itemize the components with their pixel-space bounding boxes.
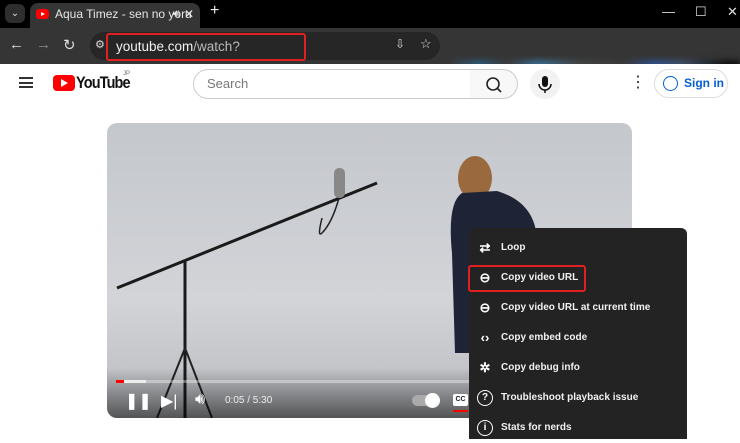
minimize-icon[interactable]: — (662, 4, 675, 19)
more-options-icon[interactable]: ⋮ (630, 74, 646, 92)
subtitles-button[interactable]: CC (453, 394, 468, 412)
bookmark-star-icon[interactable]: ☆ (420, 36, 432, 52)
youtube-logo-text[interactable]: YouTube (76, 73, 131, 93)
youtube-favicon-icon (36, 9, 49, 19)
menu-icon[interactable] (19, 77, 33, 88)
link-icon: ⊖ (479, 300, 491, 315)
menu-item-label: Copy embed code (501, 332, 588, 343)
maximize-icon[interactable]: ☐ (695, 4, 707, 20)
info-icon: i (477, 420, 493, 436)
browser-tab-bar: ⌄ Aqua Timez - sen no yoru 🔊︎ ✕ + — ☐ ✕ (0, 0, 740, 28)
region-label: JP (123, 71, 131, 77)
back-icon[interactable]: ← (9, 36, 24, 53)
close-window-icon[interactable]: ✕ (727, 4, 738, 20)
sign-in-button[interactable]: Sign in (654, 69, 728, 98)
tab-title: Aqua Timez - sen no yoru (55, 7, 192, 21)
volume-icon[interactable]: 🔊︎ (195, 391, 205, 409)
pause-icon[interactable]: ❚❚ (125, 391, 152, 411)
voice-search-button[interactable] (530, 69, 560, 99)
code-icon: ‹› (480, 330, 490, 345)
url-host: youtube.com (116, 39, 194, 54)
forward-icon[interactable]: → (36, 36, 51, 53)
menu-item[interactable]: ‹› Copy embed code (469, 323, 687, 353)
menu-item-label: Copy debug info (501, 362, 580, 373)
install-app-icon[interactable]: ⇩ (395, 37, 405, 51)
search-button[interactable] (470, 69, 518, 99)
tab-search-button[interactable]: ⌄ (5, 4, 25, 23)
time-display: 0:05 / 5:30 (225, 395, 273, 406)
new-tab-button[interactable]: + (210, 2, 219, 20)
menu-item[interactable]: ⊖ Copy video URL at current time (469, 293, 687, 323)
url-field[interactable]: youtube.com/watch?v=bnGeffp4anY (106, 33, 306, 78)
menu-item[interactable]: ? Troubleshoot playback issue (469, 383, 687, 413)
next-icon[interactable]: ▶| (161, 391, 177, 411)
microphone-icon (538, 76, 552, 93)
close-tab-icon[interactable]: ✕ (184, 3, 194, 25)
played-bar (116, 380, 124, 383)
menu-item[interactable]: ⇄ Loop (469, 233, 687, 263)
site-settings-icon[interactable]: ⚙ (95, 38, 105, 51)
search-input[interactable]: Search (193, 69, 471, 99)
menu-item[interactable]: ✲ Copy debug info (469, 353, 687, 383)
sign-in-label: Sign in (684, 76, 724, 90)
speaker-icon[interactable]: 🔊︎ (173, 3, 180, 25)
help-icon: ? (477, 390, 493, 406)
menu-item-label: Copy video URL at current time (501, 302, 651, 313)
browser-tab[interactable]: Aqua Timez - sen no yoru 🔊︎ ✕ (30, 3, 200, 28)
account-icon (663, 76, 678, 91)
menu-item-label: Troubleshoot playback issue (501, 392, 639, 403)
context-menu: ⇄ Loop ⊖ Copy video URL ⊖ Copy video URL at c… (469, 228, 687, 439)
menu-item-label: Loop (501, 242, 526, 253)
loop-icon: ⇄ (479, 240, 491, 255)
menu-item-label: Stats for nerds (501, 422, 572, 433)
highlight-box (468, 265, 586, 292)
reload-icon[interactable]: ↻ (63, 36, 76, 54)
bug-icon: ✲ (479, 360, 491, 375)
autoplay-toggle[interactable] (412, 393, 440, 408)
youtube-logo-icon[interactable] (53, 75, 75, 91)
search-icon (486, 77, 502, 93)
